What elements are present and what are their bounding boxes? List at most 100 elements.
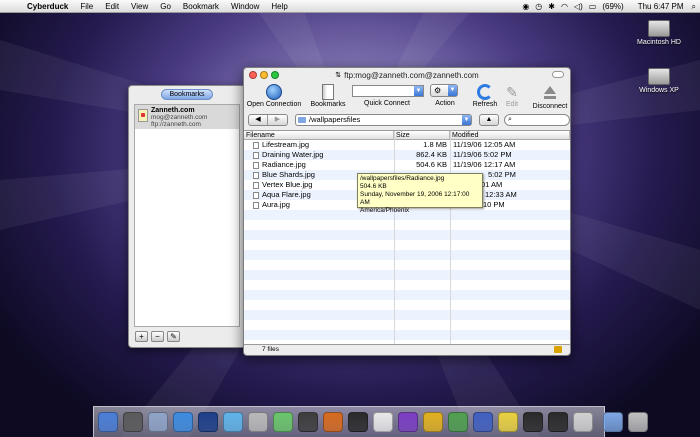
spotlight-icon[interactable]: ⌕ <box>692 2 696 12</box>
close-button[interactable] <box>249 71 257 79</box>
desktop-icon-label: Macintosh HD <box>637 39 681 46</box>
app-icon[interactable] <box>348 412 368 432</box>
menu-go[interactable]: Go <box>160 2 171 11</box>
dashboard-icon[interactable] <box>123 412 143 432</box>
disconnect-button[interactable]: Disconnect <box>530 84 570 110</box>
minimize-button[interactable] <box>260 71 268 79</box>
photoshop-icon[interactable] <box>198 412 218 432</box>
open-connection-button[interactable]: Open Connection <box>246 84 302 108</box>
menu-edit[interactable]: Edit <box>105 2 119 11</box>
status-bar: 7 files <box>244 344 570 355</box>
cyberduck-icon[interactable] <box>498 412 518 432</box>
file-count: 7 files <box>262 346 279 353</box>
add-bookmark-button[interactable]: + <box>135 331 148 342</box>
app-icon[interactable] <box>248 412 268 432</box>
refresh-icon <box>477 84 493 100</box>
trash-icon[interactable] <box>628 412 648 432</box>
file-icon <box>253 191 259 199</box>
back-icon[interactable]: ◀ <box>249 115 268 125</box>
file-icon <box>253 141 259 149</box>
column-header-filename[interactable]: Filename <box>244 131 394 139</box>
app-icon[interactable] <box>473 412 493 432</box>
globe-icon <box>266 84 282 100</box>
app-icon[interactable] <box>573 412 593 432</box>
activity-monitor-icon[interactable] <box>548 412 568 432</box>
app-icon[interactable] <box>423 412 443 432</box>
file-modified: 11/19/06 12:17 AM <box>453 160 516 169</box>
file-name: Draining Water.jpg <box>262 150 324 159</box>
parent-directory-button[interactable]: ▲ <box>479 114 499 126</box>
table-row[interactable]: Draining Water.jpg 862.4 KB 11/19/06 5:0… <box>244 150 570 160</box>
toolbar: Open Connection Bookmarks ▼ Quick Connec… <box>244 82 570 110</box>
window-titlebar[interactable]: ⇅ ftp:mog@zanneth.com@zanneth.com <box>244 68 570 82</box>
toolbar-toggle-button[interactable] <box>552 71 564 78</box>
wifi-icon[interactable]: ◠ <box>561 2 568 11</box>
bookmarks-button[interactable]: Bookmarks <box>308 84 348 108</box>
zoom-button[interactable] <box>271 71 279 79</box>
timemachine-icon[interactable]: ◷ <box>535 2 542 11</box>
menu-app-name[interactable]: Cyberduck <box>27 2 68 11</box>
itunes-icon[interactable] <box>273 412 293 432</box>
bookmarks-drawer: Bookmarks Zanneth.com mog@zanneth.com ft… <box>128 85 246 348</box>
menu-window[interactable]: Window <box>231 2 259 11</box>
app-icon[interactable] <box>373 412 393 432</box>
app-icon[interactable] <box>398 412 418 432</box>
dock <box>93 406 648 437</box>
file-icon <box>253 201 259 209</box>
app-icon[interactable] <box>298 412 318 432</box>
folder-icon <box>298 117 306 123</box>
hard-drive-icon <box>648 20 670 37</box>
bookmarks-toggle-button[interactable]: Bookmarks <box>161 89 213 100</box>
edit-bookmark-button[interactable]: ✎ <box>167 331 180 342</box>
clock[interactable]: Thu 6:47 PM <box>638 2 684 11</box>
sync-icon[interactable]: ◉ <box>522 2 529 11</box>
menu-help[interactable]: Help <box>271 2 287 11</box>
remove-bookmark-button[interactable]: − <box>151 331 164 342</box>
eject-icon <box>544 86 556 99</box>
tooltip-size: 504.6 KB <box>360 183 387 190</box>
refresh-button[interactable]: Refresh <box>470 84 500 108</box>
tooltip-date: Sunday, November 19, 2006 12:17:00 AM <box>360 191 470 206</box>
path-label: /wallpapersfiles <box>309 115 361 124</box>
safari-icon[interactable] <box>148 412 168 432</box>
action-menu-button[interactable]: ⚙ ▼ <box>430 84 458 97</box>
lock-icon[interactable] <box>554 346 562 353</box>
bookmark-user: mog@zanneth.com <box>151 114 208 121</box>
menu-file[interactable]: File <box>80 2 93 11</box>
path-popup[interactable]: /wallpapersfiles ▼ <box>295 114 472 126</box>
column-header-size[interactable]: Size <box>394 131 450 139</box>
ichat-icon[interactable] <box>173 412 193 432</box>
app-icon[interactable] <box>448 412 468 432</box>
edit-button[interactable]: ✎ Edit <box>502 84 522 108</box>
bluetooth-icon[interactable]: ✱ <box>548 2 555 11</box>
chevron-down-icon: ▼ <box>462 115 471 125</box>
battery-percent[interactable]: (69%) <box>602 2 623 11</box>
forward-icon[interactable]: ▶ <box>268 115 287 125</box>
battery-icon[interactable]: ▭ <box>589 2 597 11</box>
column-header-modified[interactable]: Modified <box>450 131 570 139</box>
vlc-icon[interactable] <box>323 412 343 432</box>
table-row[interactable]: Radiance.jpg 504.6 KB 11/19/06 12:17 AM <box>244 160 570 170</box>
search-input[interactable]: ⌕ <box>504 114 570 126</box>
chevron-down-icon[interactable]: ▼ <box>414 86 423 96</box>
file-name: Aura.jpg <box>262 200 290 209</box>
edit-label: Edit <box>505 101 519 108</box>
menu-bookmark[interactable]: Bookmark <box>183 2 219 11</box>
documents-folder-icon[interactable] <box>603 412 623 432</box>
volume-icon[interactable]: ◁) <box>574 2 583 11</box>
app-icon[interactable] <box>223 412 243 432</box>
quick-connect-input[interactable]: ▼ <box>352 85 424 97</box>
desktop-icon-macintosh-hd[interactable]: Macintosh HD <box>629 20 689 46</box>
bookmarks-label: Bookmarks <box>310 101 346 108</box>
table-row[interactable]: Lifestream.jpg 1.8 MB 11/19/06 12:05 AM <box>244 140 570 150</box>
desktop-icon-windows-xp[interactable]: Windows XP <box>629 68 689 94</box>
terminal-icon[interactable] <box>523 412 543 432</box>
finder-icon[interactable] <box>98 412 118 432</box>
bookmark-item[interactable]: Zanneth.com mog@zanneth.com ftp://zannet… <box>135 105 239 129</box>
book-icon <box>322 84 334 100</box>
bookmark-name: Zanneth.com <box>151 107 195 114</box>
file-size: 862.4 KB <box>416 150 447 159</box>
file-modified: 11/19/06 5:02 PM <box>453 150 512 159</box>
menu-view[interactable]: View <box>131 2 148 11</box>
bookmarks-list: Zanneth.com mog@zanneth.com ftp://zannet… <box>134 104 240 327</box>
